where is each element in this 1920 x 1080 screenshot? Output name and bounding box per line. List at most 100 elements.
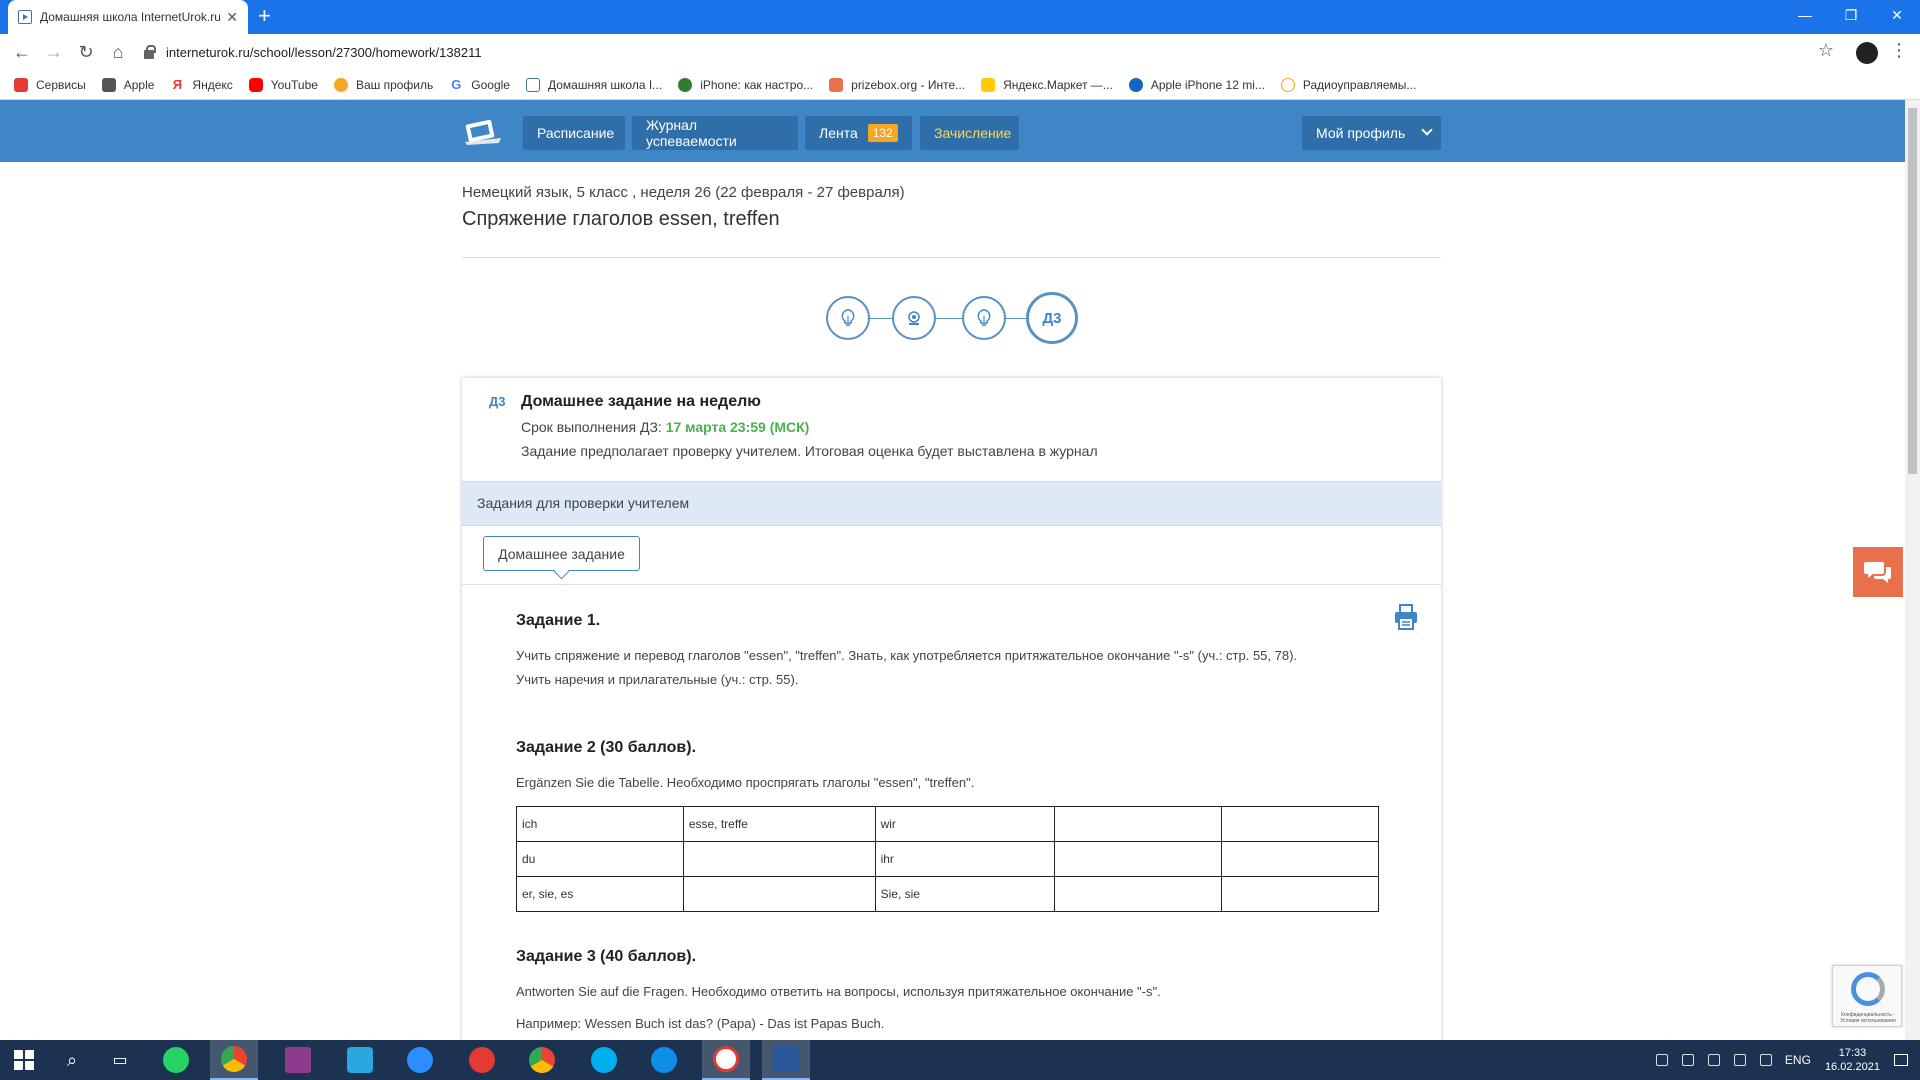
recaptcha-icon <box>1851 972 1885 1006</box>
table-row: du ihr <box>516 841 1379 877</box>
task3-title: Задание 3 (40 баллов). <box>516 948 697 965</box>
forward-arrow-icon[interactable]: → <box>38 36 70 68</box>
bookmark-yandex-market[interactable]: Яндекс.Маркет —... <box>981 77 1113 92</box>
taskbar-archiver[interactable] <box>274 1040 322 1080</box>
taskbar-app[interactable] <box>458 1040 506 1080</box>
app-icon <box>469 1047 495 1073</box>
cloud-icon <box>347 1047 373 1073</box>
nav-gradebook[interactable]: Журнал успеваемости <box>632 116 798 150</box>
youtube-icon <box>248 77 263 92</box>
taskbar-chrome-2[interactable] <box>518 1040 566 1080</box>
page-scrollbar[interactable] <box>1905 100 1920 1040</box>
table-cell <box>1221 806 1379 842</box>
task3-text: Antworten Sie auf die Fragen. Необходимо… <box>516 984 1161 999</box>
step-homework[interactable]: Д3 <box>1026 292 1078 344</box>
taskbar-word[interactable] <box>762 1040 810 1080</box>
print-icon[interactable] <box>1394 604 1418 630</box>
table-row: er, sie, es Sie, sie <box>516 876 1379 912</box>
table-cell <box>1054 841 1223 877</box>
site-favicon-icon <box>678 77 693 92</box>
market-icon <box>981 77 996 92</box>
bookmark-services[interactable]: Сервисы <box>14 77 86 92</box>
close-tab-icon[interactable]: ✕ <box>226 9 238 26</box>
notifications-icon[interactable] <box>1894 1054 1908 1066</box>
bookmark-profile[interactable]: Ваш профиль <box>333 77 433 92</box>
my-profile-button[interactable]: Мой профиль <box>1302 116 1441 150</box>
video-icon <box>18 10 32 24</box>
homework-card: Д3 Домашнее задание на неделю Срок выпол… <box>462 378 1441 1058</box>
recaptcha-badge[interactable]: Конфиденциальность - Условия использован… <box>1832 965 1902 1027</box>
address-bar[interactable]: interneturok.ru/school/lesson/27300/home… <box>144 38 1824 66</box>
task2-text: Ergänzen Sie die Tabelle. Необходимо про… <box>516 775 975 790</box>
start-button[interactable] <box>0 1040 48 1080</box>
taskbar-skype[interactable] <box>580 1040 628 1080</box>
chevron-down-icon <box>1421 124 1433 136</box>
lightbulb-icon <box>977 309 991 326</box>
lesson-title: Спряжение глаголов essen, treffen <box>462 208 780 230</box>
bookmark-rc[interactable]: Радиоуправляемы... <box>1280 77 1416 92</box>
bookmark-apple[interactable]: Apple <box>101 77 154 92</box>
wifi-icon[interactable] <box>1681 1054 1694 1066</box>
back-arrow-icon[interactable]: ← <box>6 36 38 68</box>
taskbar-chrome[interactable] <box>210 1040 258 1080</box>
scrollbar-thumb[interactable] <box>1908 108 1917 474</box>
bookmark-homeschool[interactable]: Домашняя школа I... <box>525 77 662 92</box>
minimize-icon[interactable]: — <box>1782 0 1828 30</box>
nav-schedule[interactable]: Расписание <box>523 116 625 150</box>
taskbar-yandex[interactable] <box>702 1040 750 1080</box>
volume-icon[interactable] <box>1707 1054 1720 1066</box>
chat-button[interactable] <box>1853 547 1903 597</box>
restore-icon[interactable]: ❐ <box>1828 0 1874 30</box>
lightbulb-icon <box>841 309 855 326</box>
nav-feed[interactable]: Лента 132 <box>805 116 912 150</box>
whatsapp-icon <box>163 1047 189 1073</box>
apple-icon <box>101 77 116 92</box>
search-icon[interactable]: ⌕ <box>48 1040 96 1080</box>
task1-title: Задание 1. <box>516 612 601 629</box>
table-cell: esse, treffe <box>682 806 876 842</box>
step-theory[interactable] <box>826 296 870 340</box>
taskbar-teamviewer[interactable] <box>640 1040 688 1080</box>
step-practice[interactable] <box>962 296 1006 340</box>
bookmark-iphone-setup[interactable]: iPhone: как настро... <box>678 77 813 92</box>
reload-icon[interactable]: ↻ <box>70 36 102 68</box>
bookmark-google[interactable]: G Google <box>449 77 510 92</box>
table-cell <box>1221 876 1379 912</box>
bookmark-star-icon[interactable]: ☆ <box>1818 40 1834 61</box>
video-icon <box>525 77 540 92</box>
clock-time: 17:33 <box>1838 1047 1867 1059</box>
zoom-icon <box>407 1047 433 1073</box>
browser-toolbar: ← → ↻ ⌂ interneturok.ru/school/lesson/27… <box>0 34 1920 70</box>
bookmark-prizebox[interactable]: prizebox.org - Инте... <box>829 77 965 92</box>
tab-homework[interactable]: Домашнее задание <box>483 536 640 571</box>
profile-avatar-icon[interactable] <box>1856 42 1878 64</box>
menu-dots-icon[interactable]: ⋮ <box>1890 40 1908 61</box>
step-webinar[interactable] <box>892 296 936 340</box>
task-view-icon[interactable]: ▭ <box>96 1040 144 1080</box>
taskbar-zoom[interactable] <box>396 1040 444 1080</box>
apps-grid-icon <box>14 77 28 92</box>
site-logo[interactable] <box>463 118 503 146</box>
language-indicator[interactable]: ENG <box>1785 1053 1811 1067</box>
prizebox-icon <box>829 77 844 92</box>
deadline-prefix: Срок выполнения ДЗ: <box>521 419 662 435</box>
close-window-icon[interactable]: ✕ <box>1874 0 1920 30</box>
browser-tab[interactable]: Домашняя школа InternetUrok.ru ✕ <box>8 0 248 34</box>
battery-icon[interactable] <box>1759 1054 1772 1066</box>
taskbar-onedrive[interactable] <box>336 1040 384 1080</box>
bookmark-iphone12[interactable]: Apple iPhone 12 mi... <box>1128 77 1265 92</box>
recaptcha-text: Конфиденциальность - Условия использован… <box>1840 1012 1896 1024</box>
nav-enrollment[interactable]: Зачисление <box>920 116 1019 150</box>
network-icon[interactable] <box>1733 1054 1746 1066</box>
site-favicon-icon <box>1280 77 1295 92</box>
home-icon[interactable]: ⌂ <box>102 36 134 68</box>
new-tab-button[interactable]: + <box>258 4 271 28</box>
bookmark-yandex[interactable]: Я Яндекс <box>170 77 233 92</box>
windows-taskbar: ⌕ ▭ ENG 17:33 16.02.2021 <box>0 1040 1920 1080</box>
bookmark-youtube[interactable]: YouTube <box>248 77 318 92</box>
lesson-stepper: Д3 <box>826 292 1078 344</box>
microphone-icon[interactable] <box>1655 1054 1668 1066</box>
clock[interactable]: 17:33 16.02.2021 <box>1825 1046 1880 1074</box>
nav-feed-label: Лента <box>819 125 858 141</box>
taskbar-whatsapp[interactable] <box>152 1040 200 1080</box>
